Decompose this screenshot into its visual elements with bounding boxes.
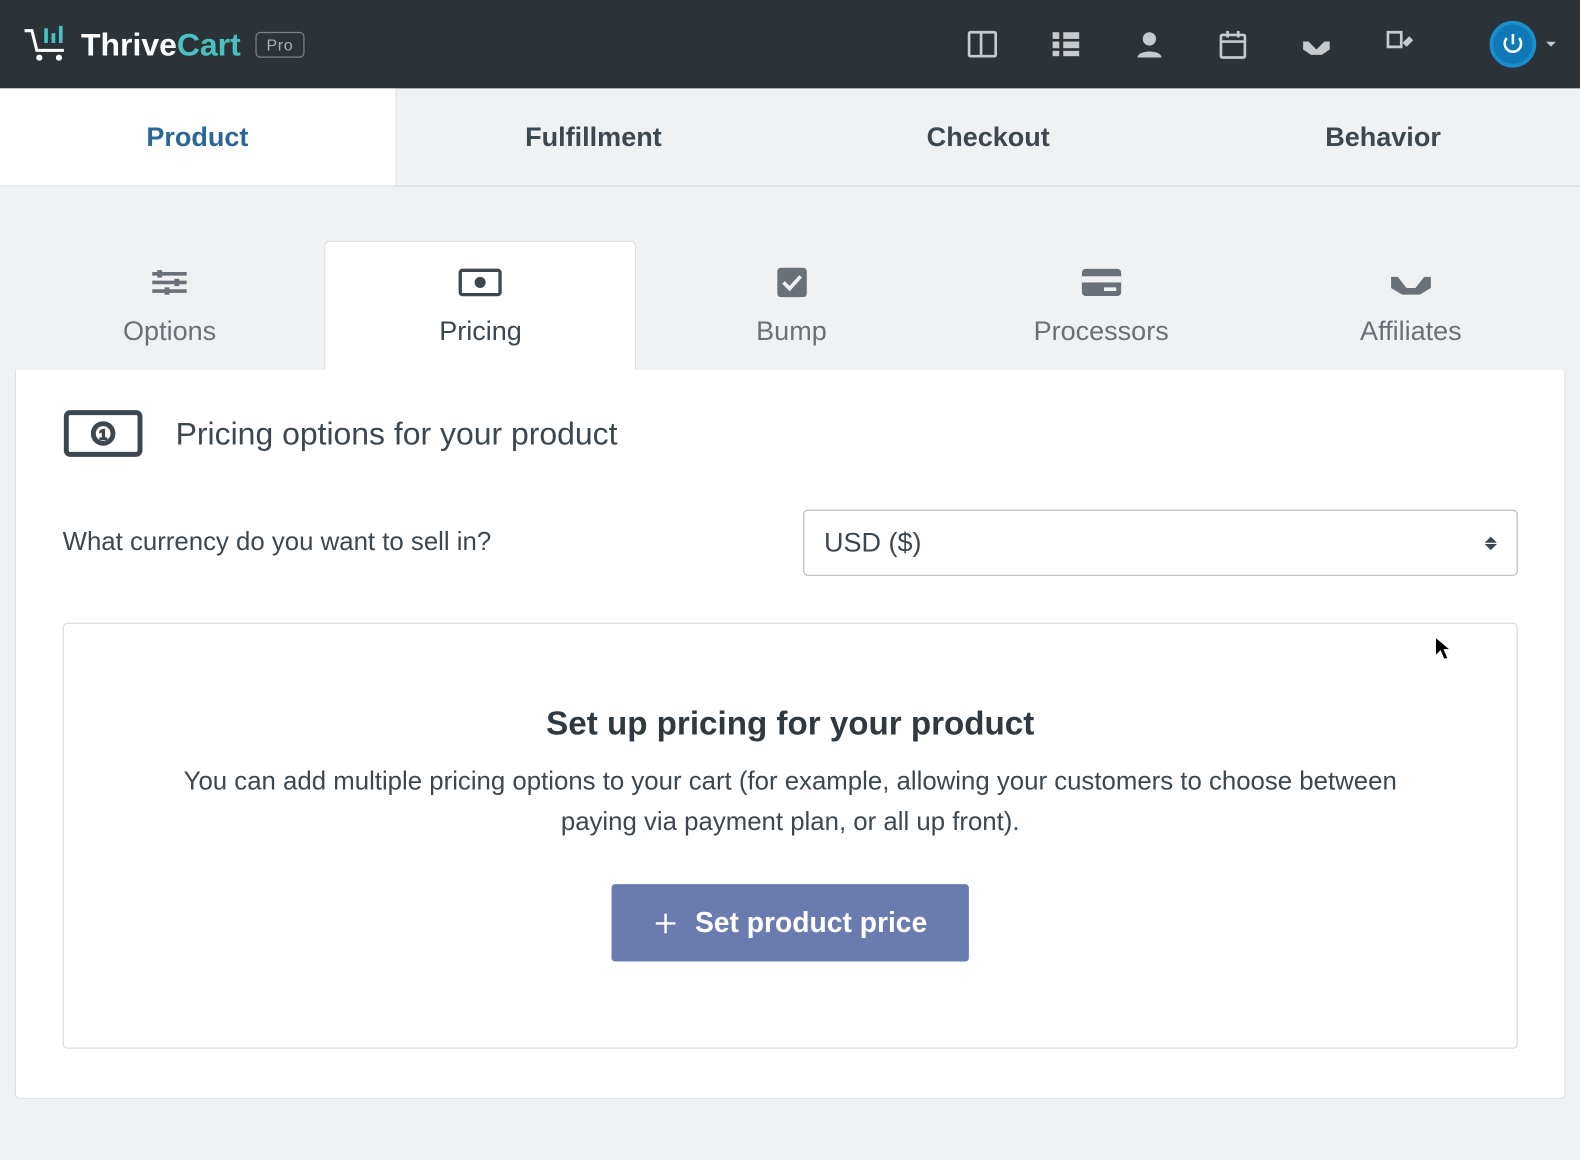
- tab-fulfillment[interactable]: Fulfillment: [396, 88, 791, 185]
- topbar: ThriveCart Pro: [0, 0, 1580, 88]
- subtab-options[interactable]: Options: [15, 241, 325, 370]
- subtab-pricing[interactable]: Pricing: [324, 241, 636, 370]
- money-icon: 1: [63, 409, 144, 458]
- handshake-icon: [1389, 266, 1433, 298]
- top-icons: [966, 21, 1558, 68]
- plus-icon: [653, 911, 678, 936]
- cart-logo-icon: [22, 26, 71, 63]
- brand: ThriveCart Pro: [22, 25, 304, 63]
- tab-checkout[interactable]: Checkout: [791, 88, 1186, 185]
- select-arrows-icon: [1485, 536, 1497, 550]
- subtab-affiliates[interactable]: Affiliates: [1256, 241, 1566, 370]
- subtab-bump[interactable]: Bump: [637, 241, 947, 370]
- pricing-heading: Set up pricing for your product: [101, 705, 1480, 743]
- pricing-panel: 1 Pricing options for your product What …: [15, 370, 1566, 1100]
- currency-label: What currency do you want to sell in?: [63, 528, 803, 557]
- subtab-processors[interactable]: Processors: [946, 241, 1256, 370]
- panel-header: 1 Pricing options for your product: [63, 409, 1518, 458]
- currency-field-row: What currency do you want to sell in? US…: [63, 510, 1518, 576]
- handshake-icon[interactable]: [1300, 28, 1332, 60]
- currency-value: USD ($): [824, 527, 922, 559]
- sub-tabs: Options Pricing Bump Processors Affiliat…: [15, 241, 1566, 370]
- brand-name: ThriveCart: [81, 25, 241, 63]
- currency-select[interactable]: USD ($): [803, 510, 1518, 576]
- edit-icon[interactable]: [1384, 28, 1416, 60]
- power-button[interactable]: [1490, 21, 1537, 68]
- tab-product[interactable]: Product: [0, 88, 396, 185]
- checkbox-icon: [769, 266, 813, 298]
- main-tabs: Product Fulfillment Checkout Behavior: [0, 88, 1580, 186]
- chevron-down-icon[interactable]: [1544, 37, 1559, 52]
- svg-text:1: 1: [99, 428, 107, 444]
- tab-behavior[interactable]: Behavior: [1186, 88, 1580, 185]
- pricing-setup-box: Set up pricing for your product You can …: [63, 623, 1518, 1049]
- card-icon: [1079, 266, 1123, 298]
- pro-badge: Pro: [255, 31, 304, 57]
- pricing-description: You can add multiple pricing options to …: [176, 763, 1404, 843]
- list-icon[interactable]: [1050, 28, 1082, 60]
- layout-icon[interactable]: [966, 28, 998, 60]
- money-icon: [458, 266, 502, 298]
- panel-title: Pricing options for your product: [176, 414, 618, 452]
- sliders-icon: [147, 266, 191, 298]
- user-icon[interactable]: [1133, 28, 1165, 60]
- set-product-price-button[interactable]: Set product price: [611, 884, 969, 961]
- calendar-icon[interactable]: [1217, 28, 1249, 60]
